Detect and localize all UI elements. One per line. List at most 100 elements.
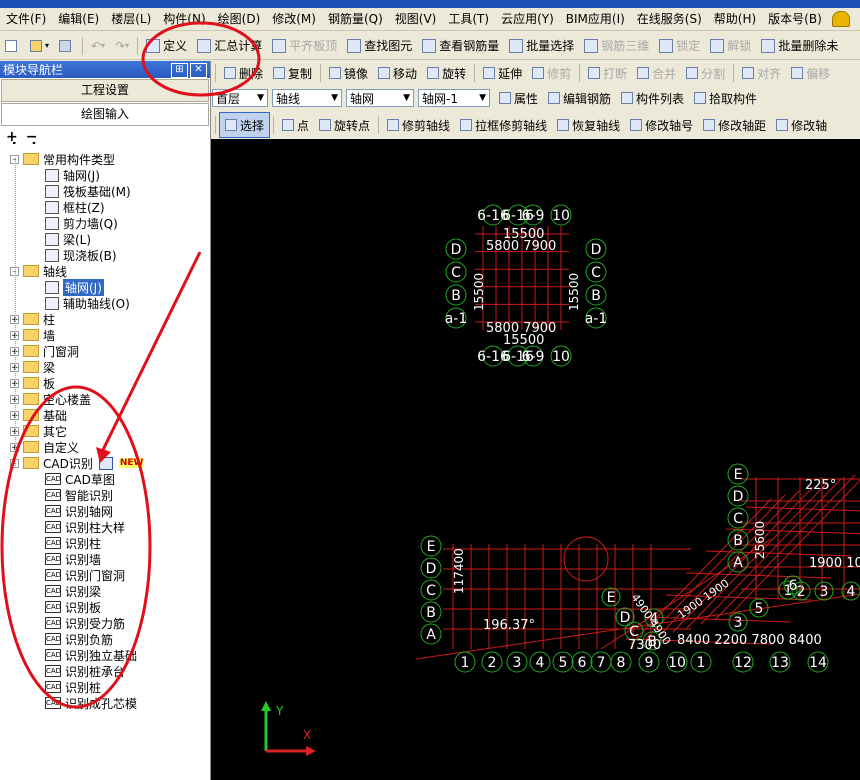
layer-button-0[interactable]: 属性 bbox=[494, 86, 543, 110]
tree-node[interactable]: + 空心楼盖 bbox=[10, 391, 91, 407]
menu-item-5[interactable]: 修改(M) bbox=[266, 8, 322, 30]
draw-button-6[interactable]: 修改轴号 bbox=[625, 113, 698, 137]
draw-button-4[interactable]: 拉框修剪轴线 bbox=[455, 113, 552, 137]
toolbar-button-7[interactable]: 锁定 bbox=[654, 34, 705, 58]
layer-button-3[interactable]: 拾取构件 bbox=[689, 86, 762, 110]
open-file-button[interactable]: ▾ bbox=[25, 34, 54, 58]
tree-node[interactable]: CAD 识别桩 bbox=[45, 679, 101, 695]
toolbar-button-5[interactable]: 批量选择 bbox=[504, 34, 579, 58]
tree-node[interactable]: CAD 识别成孔芯模 bbox=[45, 695, 137, 711]
expand-all-icon[interactable]: +̣ bbox=[6, 129, 18, 145]
menu-item-1[interactable]: 编辑(E) bbox=[52, 8, 105, 30]
menu-item-3[interactable]: 构件(N) bbox=[157, 8, 211, 30]
tree-node[interactable]: 筏板基础(M) bbox=[45, 183, 131, 199]
edit-button-0[interactable]: 删除 bbox=[219, 61, 268, 85]
edit-button-2[interactable]: 镜像 bbox=[324, 61, 373, 85]
tree-node[interactable]: CAD 识别门窗洞 bbox=[45, 567, 125, 583]
floor-select[interactable]: 首层 ▼ bbox=[212, 89, 268, 107]
edit-button-1[interactable]: 复制 bbox=[268, 61, 317, 85]
toolbar-button-2[interactable]: 平齐板顶 bbox=[267, 34, 342, 58]
pin-icon[interactable]: ⊞ bbox=[171, 63, 188, 78]
tree-node[interactable]: + 其它 bbox=[10, 423, 67, 439]
draw-button-7[interactable]: 修改轴距 bbox=[698, 113, 771, 137]
toolbar-button-1[interactable]: 汇总计算 bbox=[192, 34, 267, 58]
edit-button-4[interactable]: 旋转 bbox=[422, 61, 471, 85]
menu-item-6[interactable]: 钢筋量(Q) bbox=[322, 8, 389, 30]
draw-button-3[interactable]: 修剪轴线 bbox=[382, 113, 455, 137]
toolbar-button-8[interactable]: 解锁 bbox=[705, 34, 756, 58]
draw-button-0[interactable]: 选择 bbox=[219, 112, 271, 138]
save-button[interactable] bbox=[54, 34, 79, 58]
tab-project-settings[interactable]: 工程设置 bbox=[1, 79, 209, 102]
draw-button-1[interactable]: 点 bbox=[277, 113, 314, 137]
draw-button-5[interactable]: 恢复轴线 bbox=[552, 113, 625, 137]
tree-node[interactable]: CAD 识别梁 bbox=[45, 583, 101, 599]
menu-item-11[interactable]: 在线服务(S) bbox=[631, 8, 708, 30]
tree-node[interactable]: - 常用构件类型 bbox=[10, 151, 115, 167]
edit-button-6[interactable]: 修剪 bbox=[527, 61, 576, 85]
menu-item-9[interactable]: 云应用(Y) bbox=[495, 8, 560, 30]
tree-node[interactable]: - CAD识别 NEW bbox=[10, 455, 145, 471]
tree-node[interactable]: 梁(L) bbox=[45, 231, 91, 247]
toolbar-button-9[interactable]: 批量删除未 bbox=[756, 34, 843, 58]
tree-node[interactable]: + 自定义 bbox=[10, 439, 79, 455]
menu-item-12[interactable]: 帮助(H) bbox=[708, 8, 762, 30]
menu-item-8[interactable]: 工具(T) bbox=[442, 8, 495, 30]
draw-button-8[interactable]: 修改轴 bbox=[771, 113, 832, 137]
collapse-all-icon[interactable]: −̣ bbox=[26, 129, 38, 145]
cad-icon: CAD bbox=[45, 601, 62, 613]
tree-node[interactable]: CAD 识别柱大样 bbox=[45, 519, 125, 535]
menu-item-13[interactable]: 版本号(B) bbox=[762, 8, 828, 30]
tree-node[interactable]: 框柱(Z) bbox=[45, 199, 105, 215]
dimension-text: 225° bbox=[805, 478, 836, 493]
tree-node[interactable]: CAD 识别桩承台 bbox=[45, 663, 125, 679]
category-select[interactable]: 轴线 ▼ bbox=[272, 89, 342, 107]
tree-node[interactable]: 轴网(J) bbox=[45, 167, 100, 183]
toolbar-button-6[interactable]: 钢筋三维 bbox=[579, 34, 654, 58]
component-select[interactable]: 轴网-1 ▼ bbox=[418, 89, 490, 107]
tree-node[interactable]: 轴网(J) bbox=[45, 278, 104, 296]
toolbar-button-0[interactable]: 定义 bbox=[141, 34, 192, 58]
new-file-button[interactable] bbox=[0, 34, 25, 58]
tree-node[interactable]: CAD 识别受力筋 bbox=[45, 615, 125, 631]
tree-node[interactable]: - 轴线 bbox=[10, 263, 67, 279]
tree-node[interactable]: CAD 识别轴网 bbox=[45, 503, 113, 519]
drawing-canvas[interactable]: 6-16 6-16 6-9 10 6-16 6-16 6-9 10 D D C C B Ba-1 a-1 15… bbox=[211, 139, 860, 780]
tab-drawing-input[interactable]: 绘图输入 bbox=[1, 103, 209, 126]
layer-button-2[interactable]: 构件列表 bbox=[616, 86, 689, 110]
edit-button-3[interactable]: 移动 bbox=[373, 61, 422, 85]
close-icon[interactable]: ✕ bbox=[190, 63, 207, 78]
edit-button-5[interactable]: 延伸 bbox=[478, 61, 527, 85]
edit-button-9[interactable]: 分割 bbox=[681, 61, 730, 85]
tree-node[interactable]: 现浇板(B) bbox=[45, 247, 117, 263]
tree-node[interactable]: CAD 识别板 bbox=[45, 599, 101, 615]
tree-node[interactable]: CAD 识别墙 bbox=[45, 551, 101, 567]
edit-button-8[interactable]: 合并 bbox=[632, 61, 681, 85]
tree-node[interactable]: + 基础 bbox=[10, 407, 67, 423]
toolbar-button-3[interactable]: 查找图元 bbox=[342, 34, 417, 58]
tree-node[interactable]: 剪力墙(Q) bbox=[45, 215, 118, 231]
redo-button[interactable]: ↷ ▾ bbox=[110, 34, 134, 58]
menu-item-7[interactable]: 视图(V) bbox=[389, 8, 443, 30]
layer-button-1[interactable]: 编辑钢筋 bbox=[543, 86, 616, 110]
tree-node[interactable]: CAD 识别独立基础 bbox=[45, 647, 137, 663]
tree-node[interactable]: CAD 识别负筋 bbox=[45, 631, 113, 647]
tree-node[interactable]: CAD 识别柱 bbox=[45, 535, 101, 551]
helmet-icon[interactable] bbox=[831, 11, 850, 27]
toolbar-button-4[interactable]: 查看钢筋量 bbox=[417, 34, 504, 58]
menu-item-2[interactable]: 楼层(L) bbox=[105, 8, 157, 30]
undo-button[interactable]: ↶ ▾ bbox=[86, 34, 110, 58]
menu-item-0[interactable]: 文件(F) bbox=[0, 8, 52, 30]
tree-node[interactable]: CAD CAD草图 bbox=[45, 471, 115, 487]
component-type-select[interactable]: 轴网 ▼ bbox=[346, 89, 414, 107]
menu-item-4[interactable]: 绘图(D) bbox=[212, 8, 267, 30]
edit-button-10[interactable]: 对齐 bbox=[737, 61, 786, 85]
draw-button-2[interactable]: 旋转点 bbox=[314, 113, 375, 137]
tree-node[interactable]: CAD 智能识别 bbox=[45, 487, 113, 503]
tree-node[interactable]: + 门窗洞 bbox=[10, 343, 79, 359]
menu-item-10[interactable]: BIM应用(I) bbox=[560, 8, 631, 30]
edit-button-7[interactable]: 打断 bbox=[583, 61, 632, 85]
draw-tool-icon bbox=[387, 119, 400, 131]
edit-button-11[interactable]: 偏移 bbox=[786, 61, 835, 85]
tree-node[interactable]: 辅助轴线(O) bbox=[45, 295, 130, 311]
